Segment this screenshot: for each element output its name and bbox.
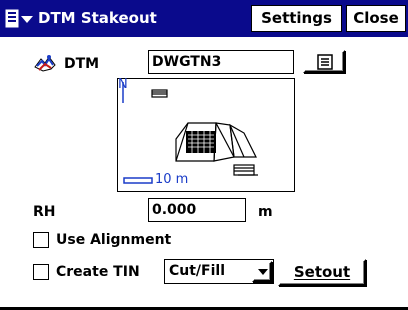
chevron-down-icon: [258, 269, 268, 275]
use-alignment-checkbox[interactable]: [33, 232, 49, 248]
use-alignment-label[interactable]: Use Alignment: [56, 231, 171, 249]
rh-field[interactable]: 0.000: [148, 198, 246, 222]
scale-bar: [123, 177, 153, 184]
close-button[interactable]: Close: [346, 5, 406, 32]
create-tin-label[interactable]: Create TIN: [56, 263, 140, 281]
tin-dense-mesh: [186, 131, 216, 153]
dtm-label: DTM: [64, 56, 100, 72]
mode-selected-value: Cut/Fill: [169, 263, 226, 279]
setout-label: Setout: [293, 263, 351, 281]
terrain-icon: [33, 53, 57, 73]
setout-button[interactable]: Setout: [278, 259, 366, 286]
rh-unit: m: [258, 204, 273, 220]
scale-label: 10 m: [155, 172, 189, 187]
list-icon: [317, 54, 333, 70]
drawing-fragment-top: [151, 89, 168, 98]
dtm-preview[interactable]: N 10 m: [117, 77, 295, 192]
drawing-fragment-bottom: [233, 164, 258, 176]
dtm-field[interactable]: DWGTN3: [148, 50, 294, 74]
rh-label: RH: [33, 204, 56, 220]
dropdown-button[interactable]: [252, 261, 272, 282]
window-title: DTM Stakeout: [38, 9, 157, 27]
mode-dropdown[interactable]: Cut/Fill: [164, 259, 274, 284]
title-bar: DTM Stakeout Settings Close: [0, 0, 408, 37]
window-menu-icon[interactable]: [5, 8, 35, 30]
create-tin-checkbox[interactable]: [33, 264, 49, 280]
settings-button[interactable]: Settings: [251, 5, 342, 32]
north-label: N: [118, 77, 128, 92]
browse-button[interactable]: [303, 50, 345, 73]
